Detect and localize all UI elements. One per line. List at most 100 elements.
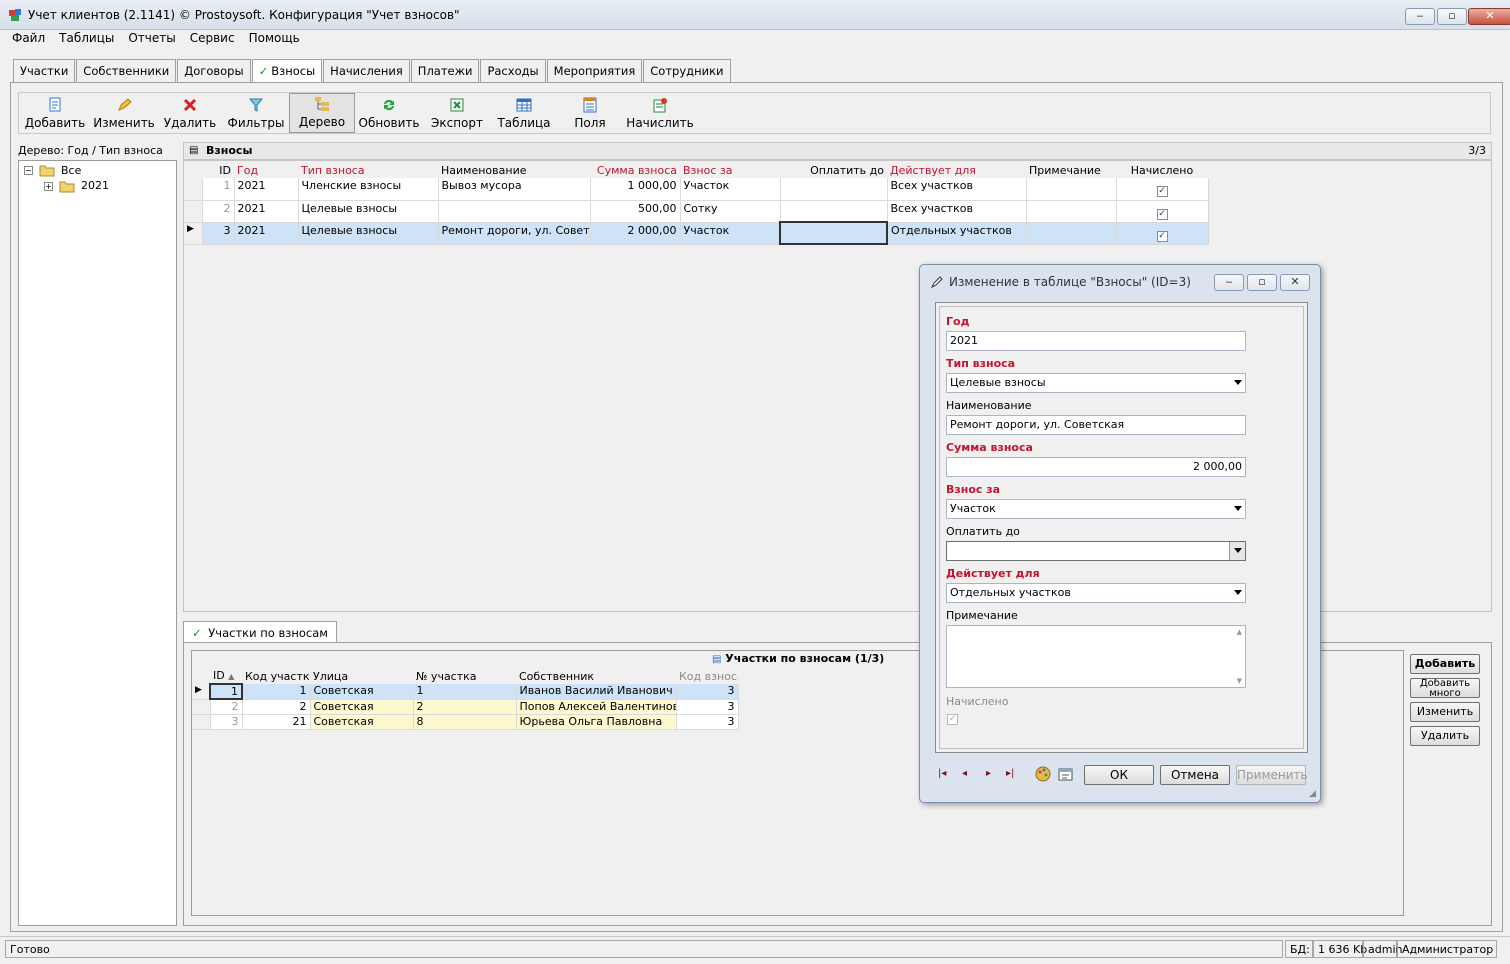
sub-edit-button[interactable]: Изменить xyxy=(1410,702,1480,722)
menu-tables[interactable]: Таблицы xyxy=(52,30,121,46)
sub-add-button[interactable]: Добавить xyxy=(1410,654,1480,674)
grid-counter: 3/3 xyxy=(1468,144,1486,157)
date-dropdown-button[interactable] xyxy=(1229,542,1245,560)
menu-help[interactable]: Помощь xyxy=(242,30,307,46)
dialog-close-button[interactable]: ✕ xyxy=(1280,274,1310,291)
year-input[interactable]: 2021 xyxy=(946,331,1246,351)
tab-events[interactable]: Мероприятия xyxy=(546,59,643,82)
minimize-button[interactable]: ‒ xyxy=(1405,8,1435,25)
dialog-minimize-button[interactable]: ‒ xyxy=(1214,274,1244,291)
tree-node-all[interactable]: Все xyxy=(61,164,81,177)
scroll-down-icon[interactable]: ▼ xyxy=(1237,677,1242,685)
col-id[interactable]: ID xyxy=(202,163,234,178)
edit-button[interactable]: Изменить xyxy=(91,93,157,133)
nav-next-button[interactable]: ▸ xyxy=(986,768,991,779)
dialog-maximize-button[interactable]: ▫ xyxy=(1247,274,1277,291)
sort-asc-icon: ▲ xyxy=(228,672,235,681)
pay-until-date-picker[interactable] xyxy=(946,541,1246,561)
tab-plots-by-fee[interactable]: ✓ Участки по взносам xyxy=(183,621,337,643)
cell-name: Вывоз мусора xyxy=(438,178,591,201)
charged-checkbox[interactable]: ✓ xyxy=(1156,230,1168,242)
cell-id: 2 xyxy=(202,200,235,223)
tab-expenses[interactable]: Расходы xyxy=(480,59,546,82)
col-street[interactable]: Улица xyxy=(310,668,413,684)
delete-button[interactable]: Удалить xyxy=(157,93,223,133)
table-row[interactable]: 2 2 Советская 2 Попов Алексей Валентинов… xyxy=(192,699,739,715)
sub-delete-button[interactable]: Удалить xyxy=(1410,726,1480,746)
col-name[interactable]: Наименование xyxy=(438,163,590,178)
menu-service[interactable]: Сервис xyxy=(183,30,242,46)
expand-icon[interactable]: + xyxy=(44,182,53,191)
maximize-button[interactable]: ▫ xyxy=(1437,8,1467,25)
menu-reports[interactable]: Отчеты xyxy=(121,30,182,46)
table-row-selected[interactable]: ▶ 1 1 Советская 1 Иванов Василий Иванови… xyxy=(192,683,739,700)
cell-street: Советская xyxy=(310,699,414,715)
add-button[interactable]: Добавить xyxy=(19,93,91,133)
fields-button[interactable]: Поля xyxy=(557,93,623,133)
tree-button[interactable]: Дерево xyxy=(289,93,355,133)
tab-payments[interactable]: Платежи xyxy=(410,59,480,82)
sum-input[interactable]: 2 000,00 xyxy=(946,457,1246,477)
cell-id[interactable]: 1 xyxy=(209,683,243,700)
cell-pay-until[interactable] xyxy=(779,221,888,245)
edit-dialog: Изменение в таблице "Взносы" (ID=3) ‒ ▫ … xyxy=(919,264,1321,803)
tab-accruals[interactable]: Начисления xyxy=(323,59,410,82)
col-owner[interactable]: Собственник xyxy=(516,668,676,684)
charged-checkbox[interactable]: ✓ xyxy=(1156,208,1168,220)
tab-plots[interactable]: Участки xyxy=(13,59,76,82)
col-pay-until[interactable]: Оплатить до xyxy=(780,163,887,178)
cell-fee-code: 3 xyxy=(676,714,739,730)
sub-add-many-button[interactable]: Добавить много xyxy=(1410,678,1480,698)
table-header: ID Год Тип взноса Наименование Сумма взн… xyxy=(184,163,1208,178)
filters-button[interactable]: Фильтры xyxy=(223,93,289,133)
tab-contracts[interactable]: Договоры xyxy=(177,59,251,82)
charge-button[interactable]: Начислить xyxy=(623,93,697,133)
nav-prev-button[interactable]: ◂ xyxy=(962,768,967,779)
col-plot-code[interactable]: Код участка xyxy=(242,668,310,684)
resize-grip-icon[interactable]: ◢ xyxy=(1309,789,1316,799)
applies-select[interactable]: Отдельных участков xyxy=(946,583,1246,603)
col-note[interactable]: Примечание xyxy=(1026,163,1116,178)
charged-checkbox[interactable]: ✓ xyxy=(947,714,958,725)
cell-street: Советская xyxy=(310,684,414,700)
palette-icon[interactable] xyxy=(1035,766,1051,785)
nav-last-button[interactable]: ▸| xyxy=(1006,768,1014,779)
type-select[interactable]: Целевые взносы xyxy=(946,373,1246,393)
close-button[interactable]: ✕ xyxy=(1468,8,1510,25)
apply-button[interactable]: Применить xyxy=(1236,765,1308,785)
col-year[interactable]: Год xyxy=(234,163,298,178)
cancel-button[interactable]: Отмена xyxy=(1160,765,1230,785)
tab-owners[interactable]: Собственники xyxy=(76,59,177,82)
col-applies[interactable]: Действует для xyxy=(887,163,1026,178)
table-button[interactable]: Таблица xyxy=(491,93,557,133)
refresh-button[interactable]: Обновить xyxy=(355,93,423,133)
nav-first-button[interactable]: |◂ xyxy=(938,768,946,779)
scroll-up-icon[interactable]: ▲ xyxy=(1237,628,1242,636)
col-plot-num[interactable]: № участка xyxy=(413,668,516,684)
col-charged[interactable]: Начислено xyxy=(1116,163,1208,178)
col-for[interactable]: Взнос за xyxy=(680,163,780,178)
tab-fees[interactable]: ✓ Взносы xyxy=(251,59,323,82)
col-type[interactable]: Тип взноса xyxy=(298,163,438,178)
ok-button[interactable]: ОК xyxy=(1084,765,1154,785)
tree-node-2021[interactable]: 2021 xyxy=(81,179,109,192)
col-id[interactable]: ID ▲ xyxy=(210,668,242,684)
name-input[interactable]: Ремонт дороги, ул. Советская xyxy=(946,415,1246,435)
menu-file[interactable]: Файл xyxy=(5,30,52,46)
table-row[interactable]: 2 2021 Целевые взносы 500,00 Сотку Всех … xyxy=(184,200,1209,223)
charged-checkbox[interactable]: ✓ xyxy=(1156,186,1168,197)
note-textarea[interactable]: ▲ ▼ xyxy=(946,625,1246,688)
title-bar: Учет клиентов (2.1141) © Prostoysoft. Ко… xyxy=(0,0,1510,30)
collapse-icon[interactable]: − xyxy=(24,166,33,175)
table-row[interactable]: 3 21 Советская 8 Юрьева Ольга Павловна 3 xyxy=(192,714,739,730)
export-button[interactable]: Экспорт xyxy=(423,93,491,133)
col-sum[interactable]: Сумма взноса xyxy=(590,163,680,178)
table-row[interactable]: 1 2021 Членские взносы Вывоз мусора 1 00… xyxy=(184,178,1209,201)
tab-employees[interactable]: Сотрудники xyxy=(643,59,731,82)
check-icon: ✓ xyxy=(192,626,202,640)
table-row-selected[interactable]: ▶ 3 2021 Целевые взносы Ремонт дороги, у… xyxy=(184,221,1209,245)
col-fee-code[interactable]: Код взноса xyxy=(676,668,738,684)
for-select[interactable]: Участок xyxy=(946,499,1246,519)
form-settings-icon[interactable] xyxy=(1058,766,1074,785)
cell-plot-code: 1 xyxy=(242,684,311,700)
